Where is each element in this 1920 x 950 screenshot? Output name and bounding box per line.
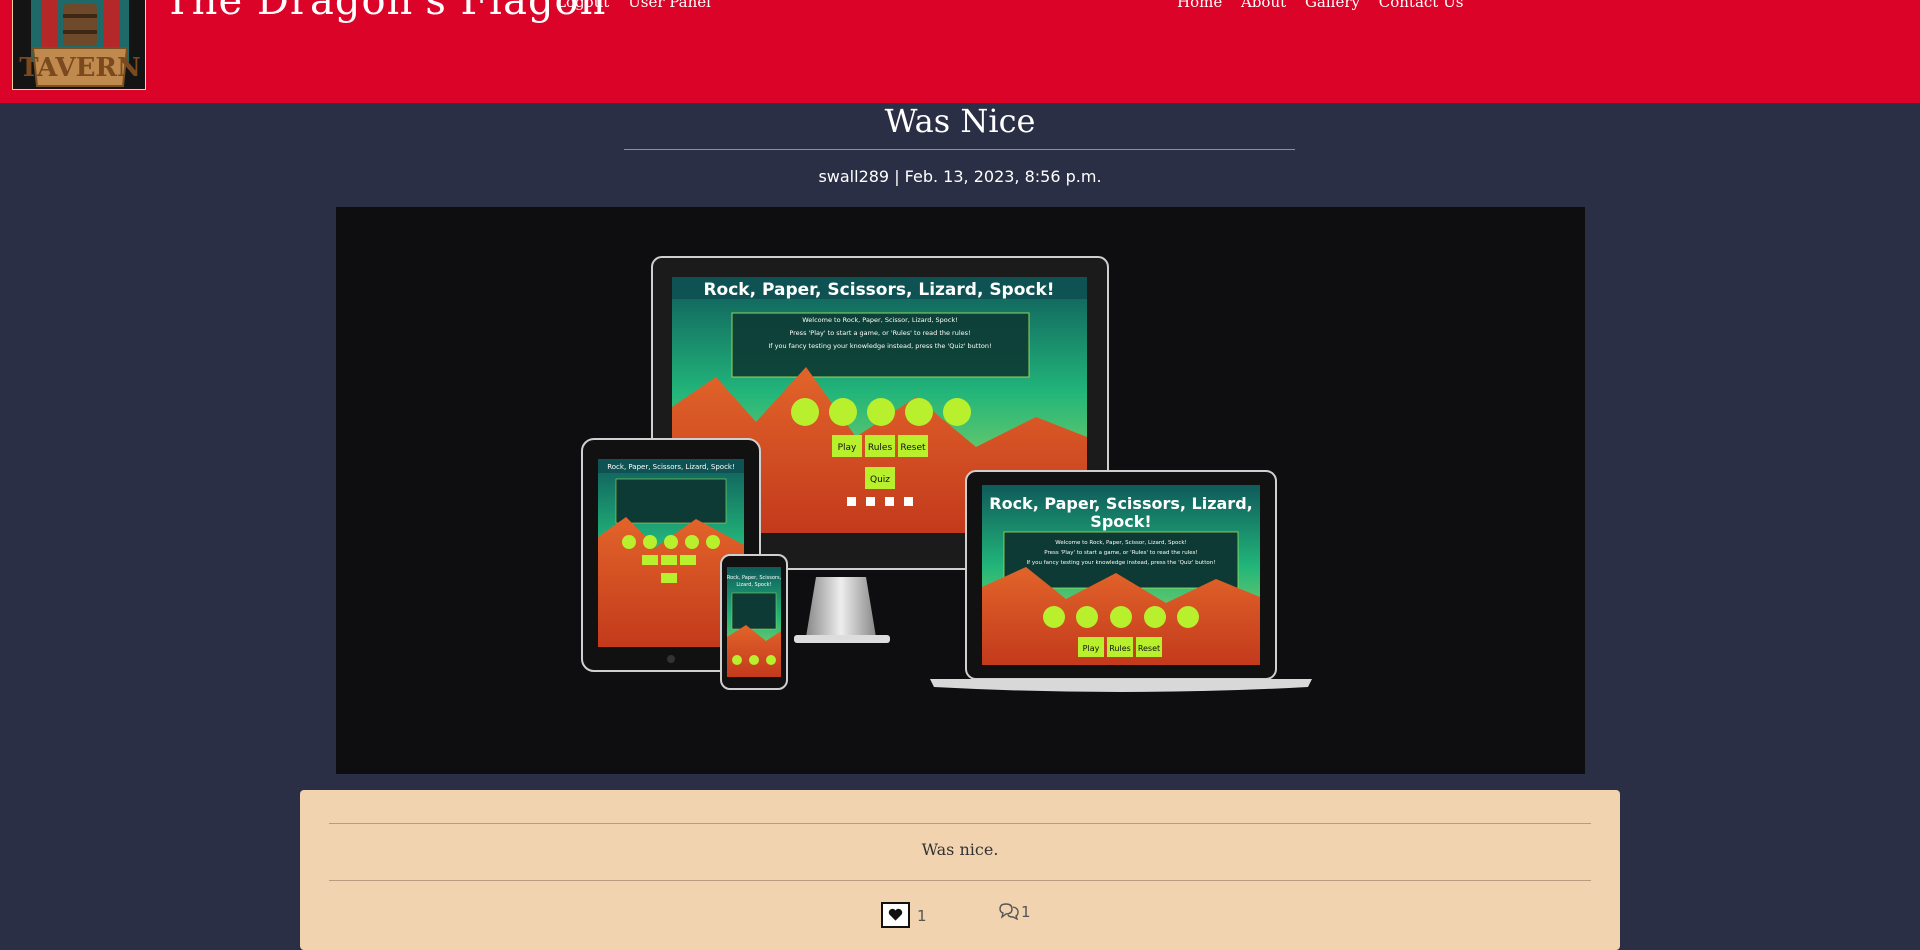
user-panel-link[interactable]: User Panel <box>628 0 711 11</box>
post-content-card: Was nice. 1 1 <box>300 790 1620 950</box>
laptop-mockup: Rock, Paper, Scissors, Lizard, Spock! We… <box>930 470 1312 692</box>
nav-contact-us[interactable]: Contact Us <box>1379 0 1464 11</box>
svg-text:Rock, Paper, Scissors, Lizard,: Rock, Paper, Scissors, Lizard, <box>989 494 1252 513</box>
svg-text:Rules: Rules <box>868 443 893 453</box>
svg-text:Rock, Paper, Scissors, Lizard,: Rock, Paper, Scissors, Lizard, Spock! <box>607 463 735 471</box>
post-image: Rock, Paper, Scissors, Lizard, Spock! We… <box>336 207 1585 774</box>
like-button[interactable] <box>881 902 910 928</box>
svg-text:TAVERN: TAVERN <box>19 53 141 83</box>
svg-text:Press 'Play' to start a game,: Press 'Play' to start a game, or 'Rules'… <box>1044 550 1197 556</box>
phone-mockup: Rock, Paper, Scissors, Lizard, Spock! <box>720 554 788 690</box>
nav-about[interactable]: About <box>1241 0 1286 11</box>
svg-text:If you fancy testing your know: If you fancy testing your knowledge inst… <box>1027 560 1216 566</box>
heart-icon <box>888 908 903 921</box>
svg-text:Reset: Reset <box>900 443 926 453</box>
tavern-logo-image: TAVERN <box>13 0 145 89</box>
responsive-mockup-image: Rock, Paper, Scissors, Lizard, Spock! We… <box>581 256 1312 692</box>
title-divider <box>624 149 1295 150</box>
speech-bubbles-icon <box>999 903 1019 921</box>
tavern-logo[interactable]: TAVERN <box>12 0 146 90</box>
svg-text:Rock, Paper, Scissors, Lizard,: Rock, Paper, Scissors, Lizard, Spock! <box>703 280 1054 300</box>
svg-text:Spock!: Spock! <box>1090 512 1151 531</box>
svg-text:Rules: Rules <box>1109 644 1131 653</box>
nav-gallery[interactable]: Gallery <box>1305 0 1360 11</box>
site-title[interactable]: The Dragon's Flagon <box>164 0 606 24</box>
svg-text:Press 'Play' to start a game,: Press 'Play' to start a game, or 'Rules'… <box>789 329 970 337</box>
svg-text:If you fancy testing your know: If you fancy testing your knowledge inst… <box>768 342 991 350</box>
comment-count: 1 <box>1021 903 1031 921</box>
svg-text:Rock, Paper, Scissors,: Rock, Paper, Scissors, <box>727 575 782 581</box>
svg-text:Quiz: Quiz <box>870 475 890 485</box>
post-title: Was Nice <box>884 102 1036 140</box>
like-count: 1 <box>917 907 927 925</box>
svg-text:Play: Play <box>838 443 857 453</box>
card-top-divider <box>329 823 1591 824</box>
nav-home[interactable]: Home <box>1177 0 1222 11</box>
card-bottom-divider <box>329 880 1591 881</box>
svg-text:Welcome to Rock, Paper, Scisso: Welcome to Rock, Paper, Scissor, Lizard,… <box>1055 540 1187 546</box>
svg-text:Lizard, Spock!: Lizard, Spock! <box>736 582 771 588</box>
user-links: Logout User Panel <box>556 0 725 11</box>
post-body: Was nice. <box>921 840 999 859</box>
comments-icon[interactable] <box>998 902 1020 924</box>
post-meta: swall289 | Feb. 13, 2023, 8:56 p.m. <box>818 167 1102 186</box>
site-header: TAVERN The Dragon's Flagon Logout User P… <box>0 0 1920 104</box>
logout-link[interactable]: Logout <box>556 0 609 11</box>
main-nav: Home About Gallery Contact Us <box>1177 0 1477 11</box>
svg-text:Play: Play <box>1083 644 1100 653</box>
svg-text:Reset: Reset <box>1138 644 1160 653</box>
svg-text:Welcome to Rock, Paper, Scisso: Welcome to Rock, Paper, Scissor, Lizard,… <box>802 316 957 324</box>
